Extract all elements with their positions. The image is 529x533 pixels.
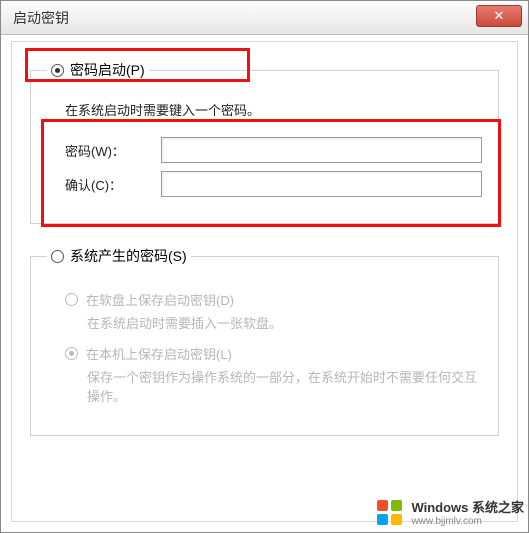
radio-icon xyxy=(51,250,64,263)
confirm-input[interactable] xyxy=(161,171,482,197)
watermark-line1: Windows 系统之家 xyxy=(411,501,524,515)
logo-pane-tl xyxy=(377,500,388,511)
local-desc: 保存一个密钥作为操作系统的一部分，在系统开始时不需要任何交互操作。 xyxy=(87,367,482,405)
group-password-startup: 密码启动(P) 在系统启动时需要键入一个密码。 密码(W)： 确认(C)： xyxy=(30,60,499,224)
radio-icon xyxy=(65,347,78,360)
group-system-password: 系统产生的密码(S) 在软盘上保存启动密钥(D) 在系统启动时需要插入一张软盘。… xyxy=(30,246,499,436)
window-title: 启动密钥 xyxy=(13,8,69,28)
radio-password-startup[interactable]: 密码启动(P) xyxy=(47,60,149,80)
logo-pane-bl xyxy=(377,514,388,525)
local-label: 在本机上保存启动密钥(L) xyxy=(86,344,232,363)
logo-pane-br xyxy=(391,514,402,525)
radio-icon xyxy=(65,293,78,306)
confirm-label: 确认(C)： xyxy=(65,175,151,194)
logo-pane-tr xyxy=(391,500,402,511)
close-icon: ✕ xyxy=(494,8,505,24)
password-label: 密码(W)： xyxy=(65,141,151,160)
radio-system-password[interactable]: 系统产生的密码(S) xyxy=(47,246,191,266)
titlebar: 启动密钥 ✕ xyxy=(1,1,528,35)
password-row: 密码(W)： xyxy=(65,137,482,163)
dialog-window: 启动密钥 ✕ 密码启动(P) 在系统启动时需要键入一个密码。 密码(W)： 确认… xyxy=(0,0,529,533)
watermark-text: Windows 系统之家 www.bjjmlv.com xyxy=(411,501,524,526)
confirm-row: 确认(C)： xyxy=(65,171,482,197)
floppy-desc: 在系统启动时需要插入一张软盘。 xyxy=(87,313,482,332)
windows-logo-icon xyxy=(377,500,405,528)
password-input[interactable] xyxy=(161,137,482,163)
radio-floppy: 在软盘上保存启动密钥(D) xyxy=(65,290,482,309)
floppy-label: 在软盘上保存启动密钥(D) xyxy=(86,290,234,309)
radio-local: 在本机上保存启动密钥(L) xyxy=(65,344,482,363)
close-button[interactable]: ✕ xyxy=(476,5,522,27)
group-system-legend-text: 系统产生的密码(S) xyxy=(70,246,187,266)
password-startup-desc: 在系统启动时需要键入一个密码。 xyxy=(65,100,482,119)
group-password-legend-text: 密码启动(P) xyxy=(70,60,145,80)
radio-icon xyxy=(51,64,64,77)
watermark: Windows 系统之家 www.bjjmlv.com xyxy=(377,500,524,528)
dialog-body: 密码启动(P) 在系统启动时需要键入一个密码。 密码(W)： 确认(C)： 系统… xyxy=(11,41,518,522)
watermark-line2: www.bjjmlv.com xyxy=(411,516,524,527)
